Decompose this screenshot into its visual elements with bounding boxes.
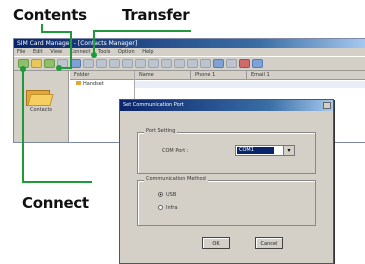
view-icon[interactable] <box>200 59 211 68</box>
dialog-title: Set Communication Port <box>120 100 333 111</box>
menu-file[interactable]: File <box>17 49 25 55</box>
menu-help[interactable]: Help <box>142 49 153 55</box>
copy-icon[interactable] <box>135 59 146 68</box>
dialog-title-text: Set Communication Port <box>123 102 184 108</box>
tree-item-label: Handset <box>83 81 104 87</box>
contents-icon[interactable] <box>31 59 42 68</box>
contents-leader-down <box>70 44 72 68</box>
menu-connect[interactable]: Connect <box>70 49 91 55</box>
column-phone[interactable]: Phone 1 <box>191 71 247 79</box>
menu-bar: File Edit View Connect Tools Option Help <box>14 48 365 56</box>
column-name[interactable]: Name <box>135 71 191 79</box>
contents-leader-cross <box>41 31 71 33</box>
radio-usb[interactable]: USB <box>158 192 176 198</box>
connect-leader-horizontal <box>22 181 92 183</box>
com-port-value: COM1 <box>237 147 274 154</box>
communication-port-dialog: Set Communication Port Port Setting COM … <box>119 99 334 264</box>
menu-edit[interactable]: Edit <box>33 49 43 55</box>
connect-leader-down <box>22 66 24 183</box>
cancel-button[interactable]: Cancel <box>255 237 283 249</box>
com-port-label: COM Port : <box>162 148 189 154</box>
contents-pointer-dot <box>56 65 62 71</box>
radio-usb-label: USB <box>166 192 177 198</box>
tree-item-handset[interactable]: Handset <box>70 80 134 88</box>
column-headers: Name Phone 1 Email 1 <box>135 71 365 80</box>
chevron-down-icon[interactable]: ▾ <box>283 146 294 155</box>
transfer-icon[interactable] <box>44 59 55 68</box>
menu-option[interactable]: Option <box>118 49 135 55</box>
callout-contents: Contents <box>13 6 87 24</box>
port-setting-label: Port Setting <box>144 128 178 134</box>
radio-infra[interactable]: Infra <box>158 205 178 211</box>
cut-icon[interactable] <box>122 59 133 68</box>
paste-icon[interactable] <box>148 59 159 68</box>
settings-icon[interactable] <box>239 59 250 68</box>
open-icon[interactable] <box>83 59 94 68</box>
contacts-folder-icon[interactable] <box>26 87 54 106</box>
callout-connect: Connect <box>22 194 89 212</box>
contents-leader-mid <box>70 31 72 45</box>
radio-unchecked-icon <box>158 205 163 210</box>
list-row[interactable] <box>135 81 365 88</box>
folder-icon <box>76 81 81 85</box>
close-icon[interactable] <box>323 102 331 109</box>
save-icon[interactable] <box>96 59 107 68</box>
communication-method-group: Communication Method USB Infra <box>137 176 316 226</box>
window-title: SIM Card Manager - [Contacts Manager] <box>14 39 365 48</box>
properties-icon[interactable] <box>213 59 224 68</box>
transfer-leader-horizontal <box>93 30 191 32</box>
column-email[interactable]: Email 1 <box>247 71 327 79</box>
transfer-leader-down <box>93 30 95 54</box>
transfer-pointer-dot <box>91 52 97 58</box>
port-setting-group: Port Setting COM Port : COM1 ▾ <box>137 128 316 174</box>
callout-transfer: Transfer <box>122 6 190 24</box>
ok-button[interactable]: OK <box>202 237 230 249</box>
help-icon[interactable] <box>252 59 263 68</box>
menu-view[interactable]: View <box>50 49 62 55</box>
communication-method-label: Communication Method <box>144 176 208 182</box>
com-port-select[interactable]: COM1 ▾ <box>235 145 295 156</box>
menu-tools[interactable]: Tools <box>98 49 110 55</box>
radio-infra-label: Infra <box>166 205 178 211</box>
find-icon[interactable] <box>174 59 185 68</box>
delete-icon[interactable] <box>161 59 172 68</box>
print-icon[interactable] <box>109 59 120 68</box>
folder-header[interactable]: Folder <box>70 71 134 80</box>
export-icon[interactable] <box>226 59 237 68</box>
sort-icon[interactable] <box>187 59 198 68</box>
radio-checked-icon <box>158 192 163 197</box>
